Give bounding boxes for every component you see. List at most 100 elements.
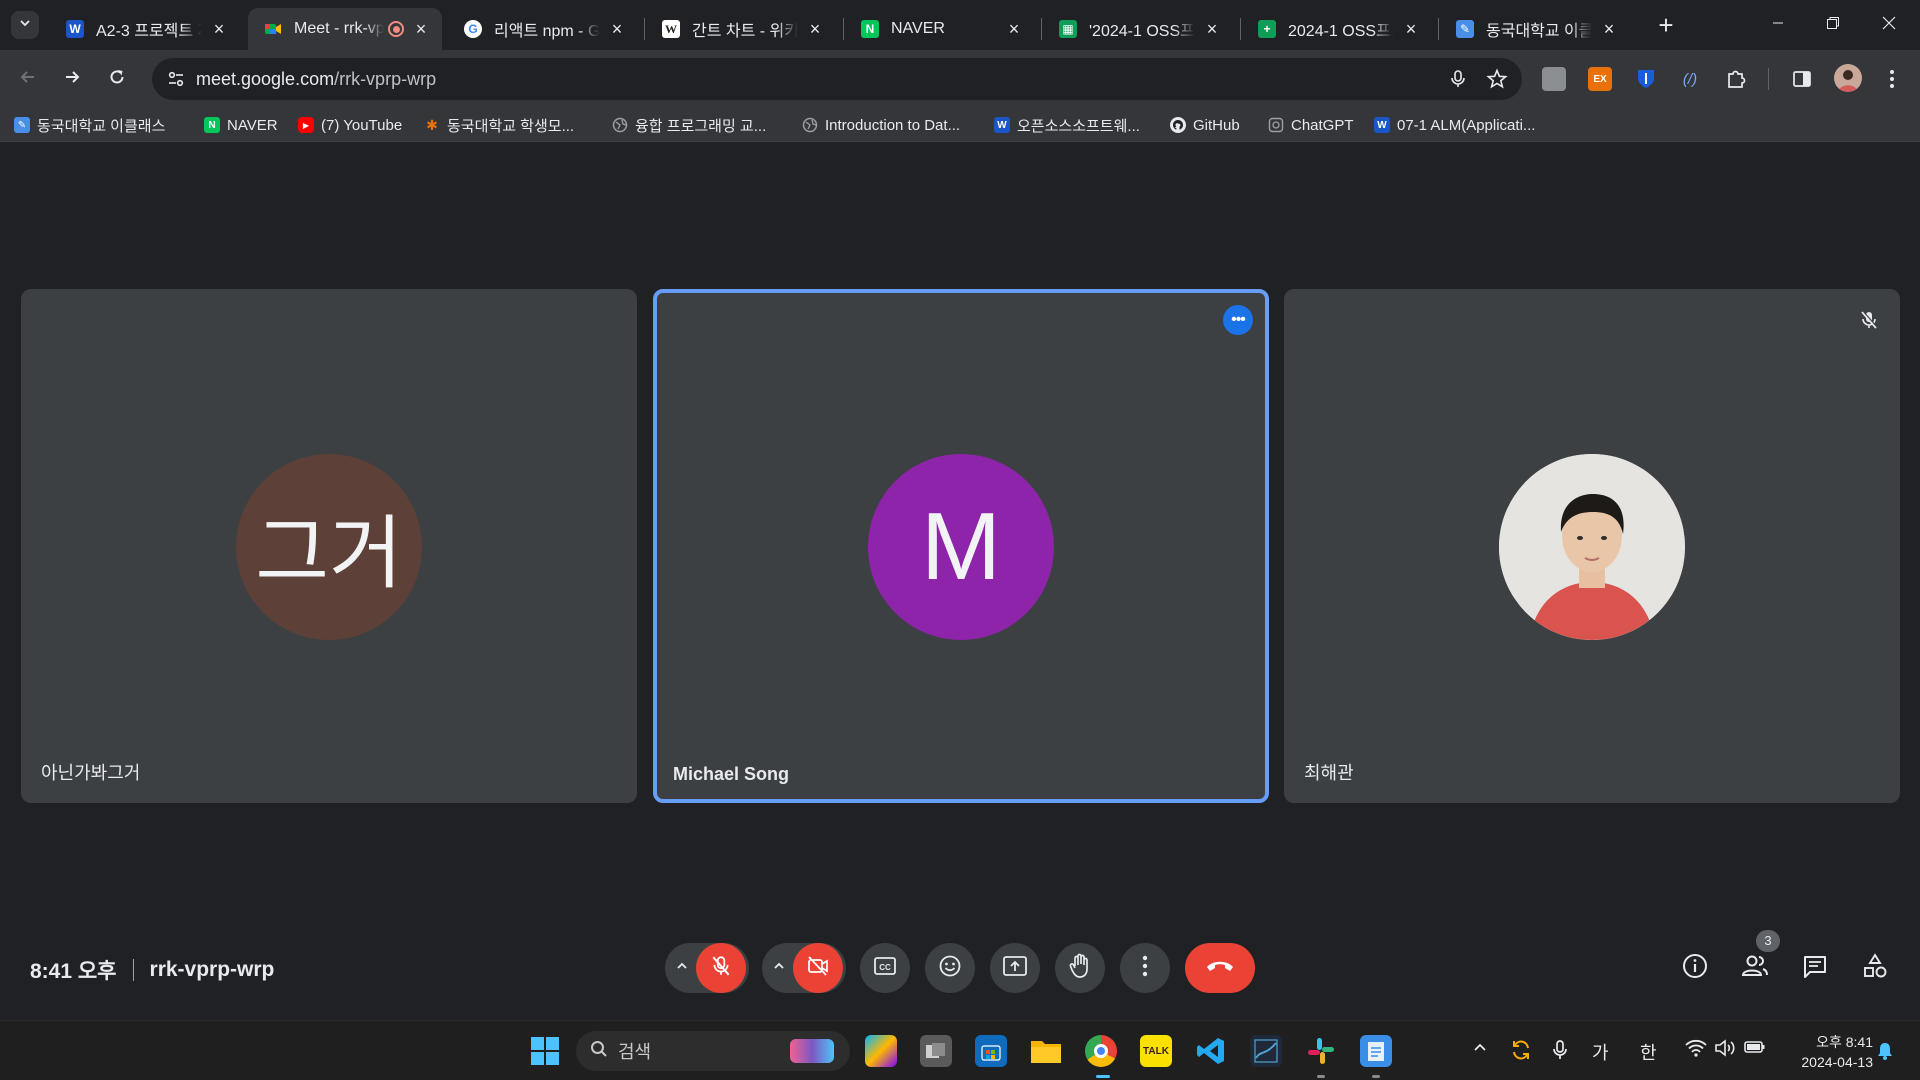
participant-tile[interactable]: 그거 아닌가봐그거 [21,289,637,803]
activities-button[interactable] [1860,952,1890,983]
copilot-icon[interactable] [865,1035,897,1067]
close-tab-icon[interactable]: × [806,20,824,38]
wifi-icon[interactable] [1685,1039,1707,1062]
notepad-icon[interactable] [1360,1035,1392,1067]
restore-button[interactable] [1810,10,1856,40]
slack-icon[interactable] [1305,1035,1337,1067]
address-bar[interactable]: meet.google.com/rrk-vprp-wrp [152,58,1522,100]
bookmark-youtube[interactable]: ▶ (7) YouTube [298,115,402,135]
battery-icon[interactable] [1744,1039,1766,1060]
close-tab-icon[interactable]: × [608,20,626,38]
site-info-icon[interactable] [166,69,186,89]
tab-gantt-wiki[interactable]: W 간트 차트 - 위키백과 × [646,8,836,50]
tab-a2-3-project[interactable]: W A2-3 프로젝트 제 × [50,8,240,50]
microphone-icon[interactable] [1448,69,1468,89]
close-tab-icon[interactable]: × [412,20,430,38]
leave-call-button[interactable] [1185,943,1255,993]
tab-title: Meet - rrk-vprp-wrp [294,20,384,37]
profile-avatar[interactable] [1834,64,1862,92]
meeting-details-button[interactable] [1680,953,1710,983]
extension-bitwarden-icon[interactable] [1634,67,1658,91]
captions-button[interactable]: CC [860,943,910,993]
taskbar-search[interactable]: 검색 [576,1031,850,1071]
close-tab-icon[interactable]: × [1600,20,1618,38]
tab-dongguk-eclass[interactable]: ✎ 동국대학교 이클래스 × [1440,8,1630,50]
people-icon [1741,954,1769,983]
participant-tile-active-speaker[interactable]: ••• M Michael Song [653,289,1269,803]
chrome-taskbar-icon[interactable] [1085,1035,1117,1067]
close-tab-icon[interactable]: × [1005,20,1023,38]
bookmark-introduction-to-dat[interactable]: Introduction to Dat... [802,115,960,135]
reactions-button[interactable] [925,943,975,993]
tab-oss-project-2[interactable]: + 2024-1 OSS프로젝트 × [1242,8,1432,50]
vscode-icon[interactable] [1195,1035,1227,1067]
chevron-down-icon [18,16,32,35]
chevron-up-icon [675,959,689,978]
new-tab-button[interactable]: + [1652,12,1680,40]
audio-options-button[interactable] [668,943,696,993]
present-screen-button[interactable] [990,943,1040,993]
toggle-camera-button[interactable] [793,943,843,993]
mysql-workbench-icon[interactable] [1250,1035,1282,1067]
task-view-icon[interactable] [920,1035,952,1067]
back-button[interactable] [10,61,46,97]
people-button[interactable] [1740,953,1770,983]
naver-n-icon: N [204,117,220,133]
chat-icon [1802,954,1828,983]
raise-hand-button[interactable] [1055,943,1105,993]
tab-oss-project-1[interactable]: ▦ '2024-1 OSS프로젝트 × [1043,8,1233,50]
bookmark-student-council[interactable]: ✱ 동국대학교 학생모... [424,115,574,135]
toggle-microphone-button[interactable] [696,943,746,993]
microsoft-store-icon[interactable] [975,1035,1007,1067]
chat-button[interactable] [1800,953,1830,983]
more-options-button[interactable] [1120,943,1170,993]
recording-indicator-icon [388,21,404,37]
notification-bell-icon[interactable] [1876,1041,1894,1066]
volume-icon[interactable] [1714,1039,1736,1062]
participant-more-options-button[interactable]: ••• [1223,305,1253,335]
tab-meet[interactable]: Meet - rrk-vprp-wrp × [248,8,442,50]
system-clock[interactable]: 오후 8:41 2024-04-13 [1783,1032,1873,1072]
input-language-indicator[interactable]: 한 [1640,1039,1657,1065]
file-explorer-icon[interactable] [1030,1035,1062,1067]
chrome-menu-icon[interactable] [1880,67,1904,91]
show-hidden-icons-button[interactable] [1472,1039,1488,1060]
bookmark-github[interactable]: GitHub [1170,115,1240,135]
kakaotalk-icon[interactable]: TALK [1140,1035,1172,1067]
close-tab-icon[interactable]: × [210,20,228,38]
bookmark-star-icon[interactable] [1486,68,1508,90]
svg-text:CC: CC [879,963,891,972]
youtube-icon: ▶ [298,117,314,133]
ime-mode-indicator[interactable]: 가 [1592,1039,1609,1065]
restore-icon [1826,16,1840,35]
bookmark-label: 동국대학교 이클래스 [37,117,166,135]
tab-react-npm[interactable]: G 리액트 npm - Google × [448,8,638,50]
more-vert-icon [1142,955,1148,982]
tab-naver[interactable]: N NAVER × [845,8,1035,50]
bookmark-open-source-software[interactable]: W 오픈소스소프트웨... [994,115,1140,135]
bookmark-chatgpt[interactable]: ChatGPT [1268,115,1354,135]
close-window-button[interactable] [1866,10,1912,40]
close-tab-icon[interactable]: × [1402,20,1420,38]
video-options-button[interactable] [765,943,793,993]
bookmark-convergence-programming[interactable]: 융합 프로그래밍 교... [612,115,766,135]
forward-button[interactable] [54,61,90,97]
windows-start-button[interactable] [529,1035,561,1067]
reload-button[interactable] [99,61,135,97]
microphone-in-use-icon[interactable] [1552,1039,1568,1066]
tab-search-button[interactable] [11,11,39,39]
bookmark-alm[interactable]: W 07-1 ALM(Applicati... [1374,115,1535,135]
extensions-puzzle-icon[interactable] [1724,67,1748,91]
extension-ex-icon[interactable]: EX [1588,67,1612,91]
extension-screenshot-icon[interactable] [1542,67,1566,91]
participant-tile[interactable]: 최해관 [1284,289,1900,803]
bookmark-naver[interactable]: N NAVER [204,115,278,135]
minimize-button[interactable] [1755,10,1801,40]
side-panel-icon[interactable] [1790,67,1814,91]
close-tab-icon[interactable]: × [1203,20,1221,38]
uclass-w-icon: W [66,20,84,38]
sync-icon[interactable] [1510,1039,1532,1066]
extension-wave-icon[interactable]: (/) [1678,67,1702,91]
bookmark-dongguk-eclass[interactable]: ✎ 동국대학교 이클래스 [14,115,165,135]
more-horiz-icon: ••• [1231,311,1246,328]
